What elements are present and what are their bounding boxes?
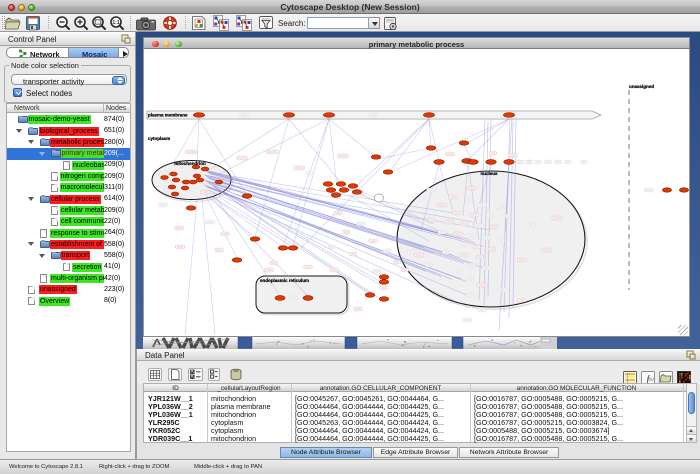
svg-text:1:1: 1:1 [112, 20, 119, 26]
svg-text:plasma membrane: plasma membrane [148, 113, 188, 118]
svg-text:(x): (x) [649, 377, 654, 382]
svg-text:nucleus: nucleus [480, 171, 498, 176]
svg-text:mitochondrion: mitochondrion [174, 161, 206, 166]
svg-text:unassigned: unassigned [629, 84, 654, 89]
svg-text:endoplasmic reticulum: endoplasmic reticulum [260, 278, 309, 283]
svg-text:cytoplasm: cytoplasm [148, 136, 170, 141]
